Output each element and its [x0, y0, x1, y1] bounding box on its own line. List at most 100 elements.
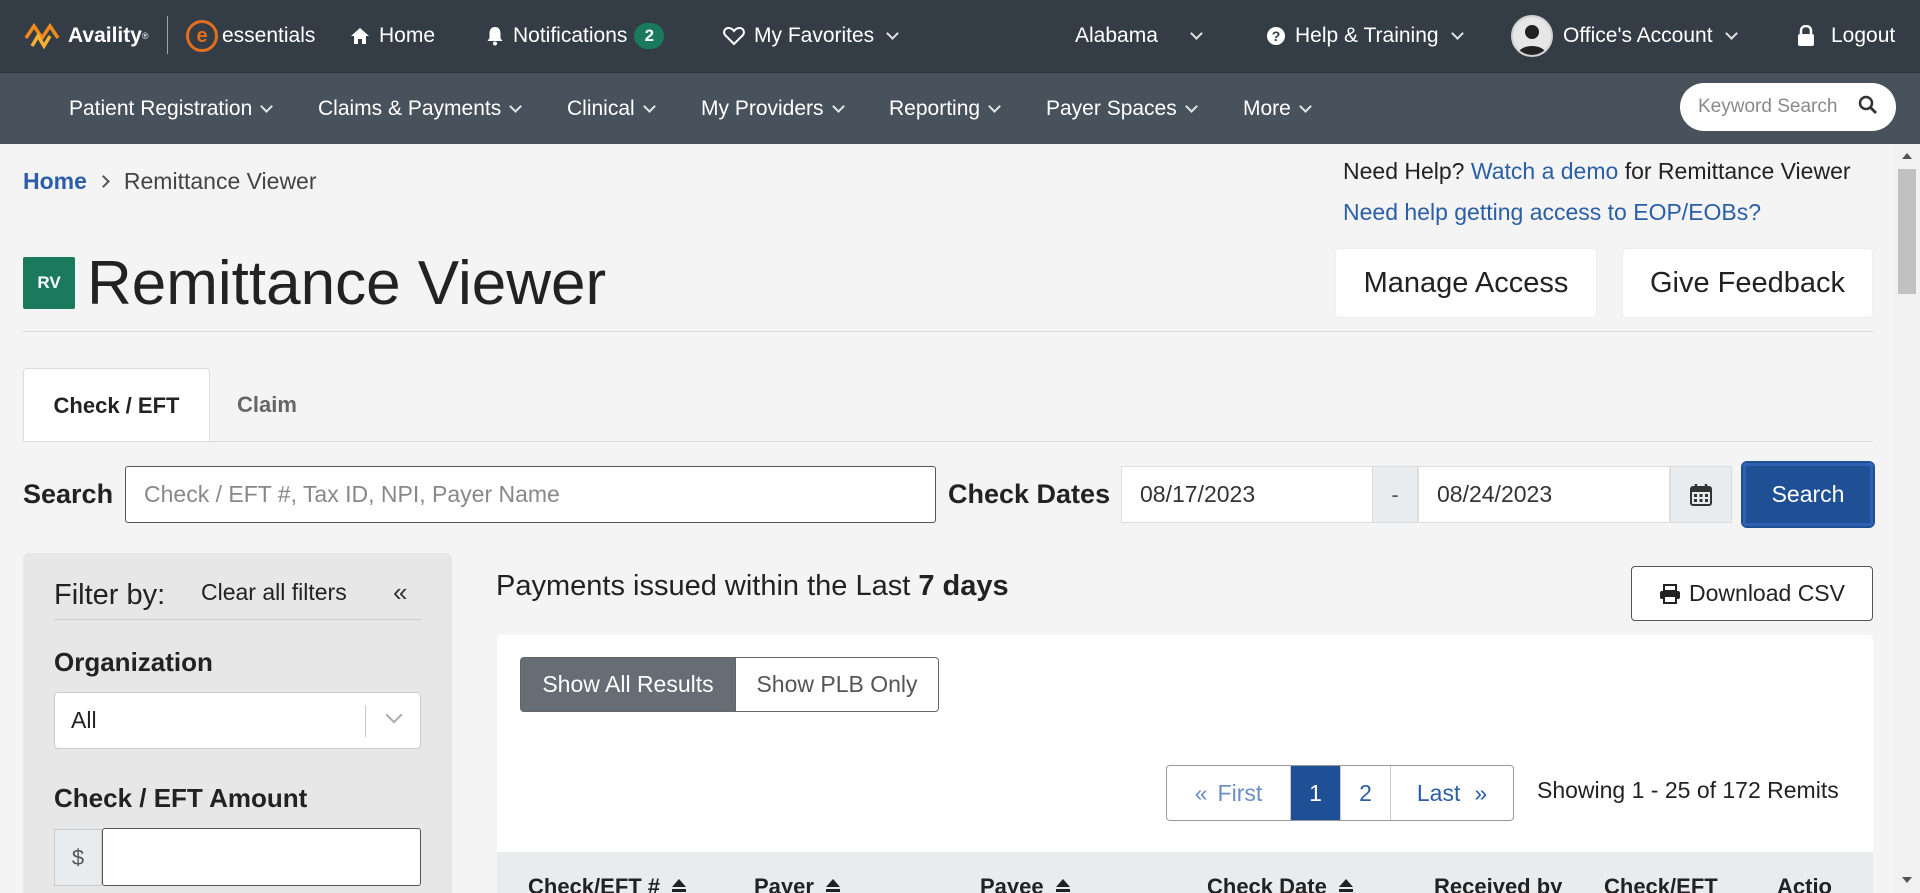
nav-item-payer-spaces[interactable]: Payer Spaces: [1046, 73, 1198, 145]
scrollbar-thumb[interactable]: [1898, 169, 1916, 294]
keyword-search: [1680, 83, 1896, 131]
chevron-down-icon: [1190, 26, 1203, 40]
show-all-results-toggle[interactable]: Show All Results: [520, 657, 736, 712]
sort-icon: [1338, 879, 1353, 892]
pagination-first-label: First: [1217, 779, 1263, 806]
logout-link[interactable]: Logout: [1797, 0, 1895, 72]
scroll-up-arrow-icon[interactable]: [1902, 153, 1912, 159]
tab-claim[interactable]: Claim: [213, 368, 321, 442]
need-help-line: Need Help? Watch a demo for Remittance V…: [1343, 158, 1851, 185]
chevron-down-icon: [1724, 26, 1738, 40]
nav-item-clinical[interactable]: Clinical: [567, 73, 656, 145]
show-plb-only-toggle[interactable]: Show PLB Only: [736, 657, 939, 712]
filter-panel: Filter by: Clear all filters « Organizat…: [23, 553, 452, 893]
nav-item-label: Patient Registration: [69, 97, 253, 120]
breadcrumb-current: Remittance Viewer: [123, 168, 317, 194]
notifications-count-badge: 2: [634, 23, 665, 49]
scroll-down-arrow-icon[interactable]: [1902, 877, 1912, 883]
nav-item-label: Clinical: [567, 97, 635, 120]
help-training-label: Help & Training: [1295, 24, 1439, 47]
eop-access-help-link[interactable]: Need help getting access to EOP/EOBs?: [1343, 199, 1761, 226]
my-favorites-menu[interactable]: My Favorites: [723, 0, 900, 72]
column-header-label: Received by: [1434, 874, 1563, 893]
lock-icon: [1797, 25, 1815, 47]
tab-check-eft[interactable]: Check / EFT: [23, 368, 210, 442]
printer-icon: [1660, 583, 1681, 604]
avatar: [1511, 15, 1553, 57]
nav-item-label: More: [1243, 97, 1291, 120]
account-menu[interactable]: Office's Account: [1511, 0, 1738, 72]
my-favorites-label: My Favorites: [754, 24, 875, 47]
keyword-search-input[interactable]: [1698, 96, 1858, 118]
pagination-page-2[interactable]: 2: [1341, 766, 1391, 820]
notifications-link[interactable]: Notifications 2: [486, 0, 665, 72]
chevron-down-icon: [988, 99, 1001, 113]
search-label: Search: [23, 479, 114, 509]
question-circle-icon: ?: [1266, 26, 1286, 46]
date-from-input[interactable]: [1121, 466, 1373, 523]
results-heading: Payments issued within the Last 7 days: [496, 570, 1009, 603]
nav-item-my-providers[interactable]: My Providers: [701, 73, 845, 145]
chevron-down-icon: [1184, 99, 1198, 113]
state-label: Alabama: [1075, 24, 1158, 47]
nav-item-claims-payments[interactable]: Claims & Payments: [318, 73, 523, 145]
amount-label: Check / EFT Amount: [54, 783, 308, 813]
chevron-right-icon: [97, 175, 110, 188]
clear-all-filters-link[interactable]: Clear all filters: [201, 579, 347, 606]
column-header-check-eft-amount: Check/EFT: [1604, 874, 1718, 893]
double-chevron-left-icon: «: [1194, 779, 1208, 806]
column-header-label: Check/EFT: [1604, 874, 1718, 893]
filter-divider: [54, 619, 421, 620]
chevron-down-icon: [260, 99, 274, 113]
svg-text:?: ?: [1272, 28, 1281, 44]
heart-icon: [723, 26, 745, 46]
column-header-label: Check/EFT #: [528, 874, 661, 893]
nav-item-more[interactable]: More: [1243, 73, 1312, 145]
nav-item-label: Reporting: [889, 97, 981, 120]
search-icon[interactable]: [1858, 95, 1878, 120]
watch-demo-link[interactable]: Watch a demo: [1471, 158, 1618, 184]
essentials-logo[interactable]: e essentials: [186, 0, 315, 72]
help-training-menu[interactable]: ? Help & Training: [1266, 0, 1464, 72]
column-header-received-by: Received by: [1434, 874, 1562, 893]
organization-select[interactable]: All: [54, 692, 421, 749]
chevron-down-icon: [385, 706, 403, 724]
column-header-label: Payer: [754, 874, 814, 893]
chevron-down-icon: [642, 99, 656, 113]
home-label: Home: [379, 24, 436, 47]
calendar-button[interactable]: [1670, 466, 1732, 523]
availity-logo[interactable]: Availity ®: [22, 0, 149, 72]
pagination-first[interactable]: « First: [1167, 766, 1291, 820]
bell-icon: [486, 26, 504, 46]
pagination: « First 1 2 Last »: [1166, 765, 1514, 821]
select-divider: [365, 705, 366, 737]
give-feedback-button[interactable]: Give Feedback: [1622, 248, 1873, 318]
pagination-last[interactable]: Last »: [1391, 766, 1513, 820]
home-link[interactable]: Home: [350, 0, 435, 72]
column-header-label: Check Date: [1207, 874, 1327, 893]
column-header-payer[interactable]: Payer: [754, 874, 840, 893]
search-button[interactable]: Search: [1741, 461, 1875, 528]
organization-value: All: [71, 707, 97, 733]
chevron-down-icon: [1450, 26, 1464, 40]
date-to-input[interactable]: [1418, 466, 1670, 523]
collapse-icon[interactable]: «: [393, 577, 407, 608]
amount-input[interactable]: [102, 828, 421, 886]
state-selector[interactable]: Alabama: [1075, 0, 1203, 72]
column-header-check-date[interactable]: Check Date: [1207, 874, 1353, 893]
breadcrumb-home-link[interactable]: Home: [23, 168, 87, 195]
pagination-page-current[interactable]: 1: [1291, 766, 1341, 820]
chevron-down-icon: [509, 99, 523, 113]
column-header-check-eft[interactable]: Check/EFT #: [528, 874, 687, 893]
download-csv-button[interactable]: Download CSV: [1631, 566, 1873, 621]
column-header-payee[interactable]: Payee: [980, 874, 1070, 893]
search-input[interactable]: [125, 466, 936, 523]
page-scrollbar[interactable]: [1894, 144, 1920, 893]
manage-access-button[interactable]: Manage Access: [1335, 248, 1597, 318]
need-help-suffix: for Remittance Viewer: [1624, 158, 1851, 184]
nav-item-reporting[interactable]: Reporting: [889, 73, 1001, 145]
registered-mark: ®: [141, 31, 149, 41]
results-count: Showing 1 - 25 of 172 Remits: [1537, 777, 1839, 803]
nav-item-patient-registration[interactable]: Patient Registration: [69, 73, 274, 145]
calendar-icon: [1690, 483, 1712, 506]
